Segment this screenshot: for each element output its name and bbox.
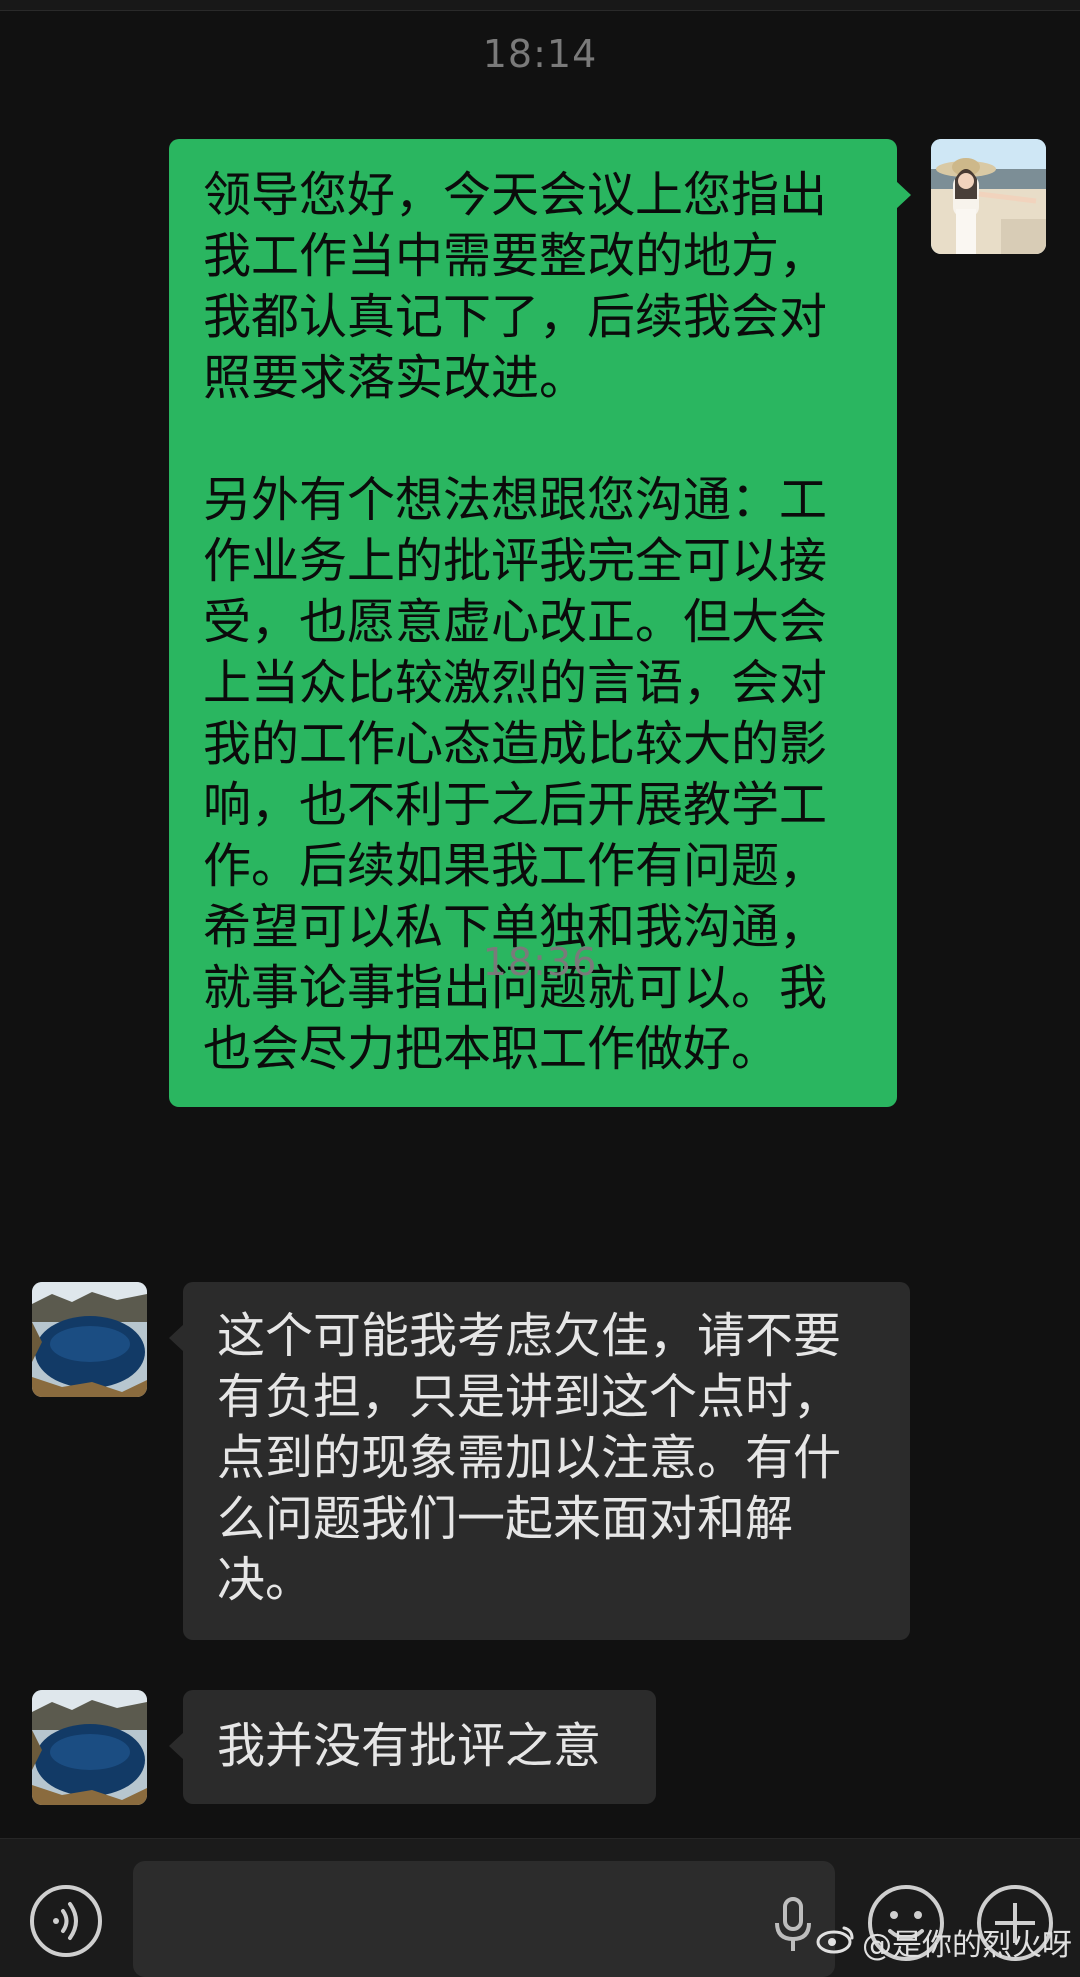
message-text: 这个可能我考虑欠佳，请不要有负担，只是讲到这个点时，点到的现象需加以注意。有什么… [217, 1308, 842, 1608]
message-text: 我并没有批评之意 [217, 1718, 602, 1774]
message-timestamp: 18:36 [482, 940, 598, 984]
my-avatar[interactable] [931, 139, 1046, 254]
watermark-text: @是你的烈火呀 [862, 1928, 1072, 1963]
avatar-photo-lake [32, 1690, 147, 1805]
contact-message-bubble[interactable]: 我并没有批评之意 [169, 1690, 656, 1804]
watermark: @是你的烈火呀 [816, 1920, 1072, 1964]
contact-avatar[interactable] [32, 1282, 147, 1397]
top-divider [0, 0, 1080, 11]
avatar-photo-lake [32, 1282, 147, 1397]
voice-icon[interactable] [28, 1883, 104, 1959]
contact-avatar[interactable] [32, 1690, 147, 1805]
message-text-input[interactable] [133, 1861, 835, 1977]
weibo-icon [816, 1922, 856, 1962]
contact-message-bubble[interactable]: 这个可能我考虑欠佳，请不要有负担，只是讲到这个点时，点到的现象需加以注意。有什么… [169, 1282, 910, 1640]
microphone-icon[interactable] [773, 1897, 813, 1953]
avatar-photo-beach [931, 139, 1046, 254]
message-timestamp: 18:14 [482, 32, 598, 76]
